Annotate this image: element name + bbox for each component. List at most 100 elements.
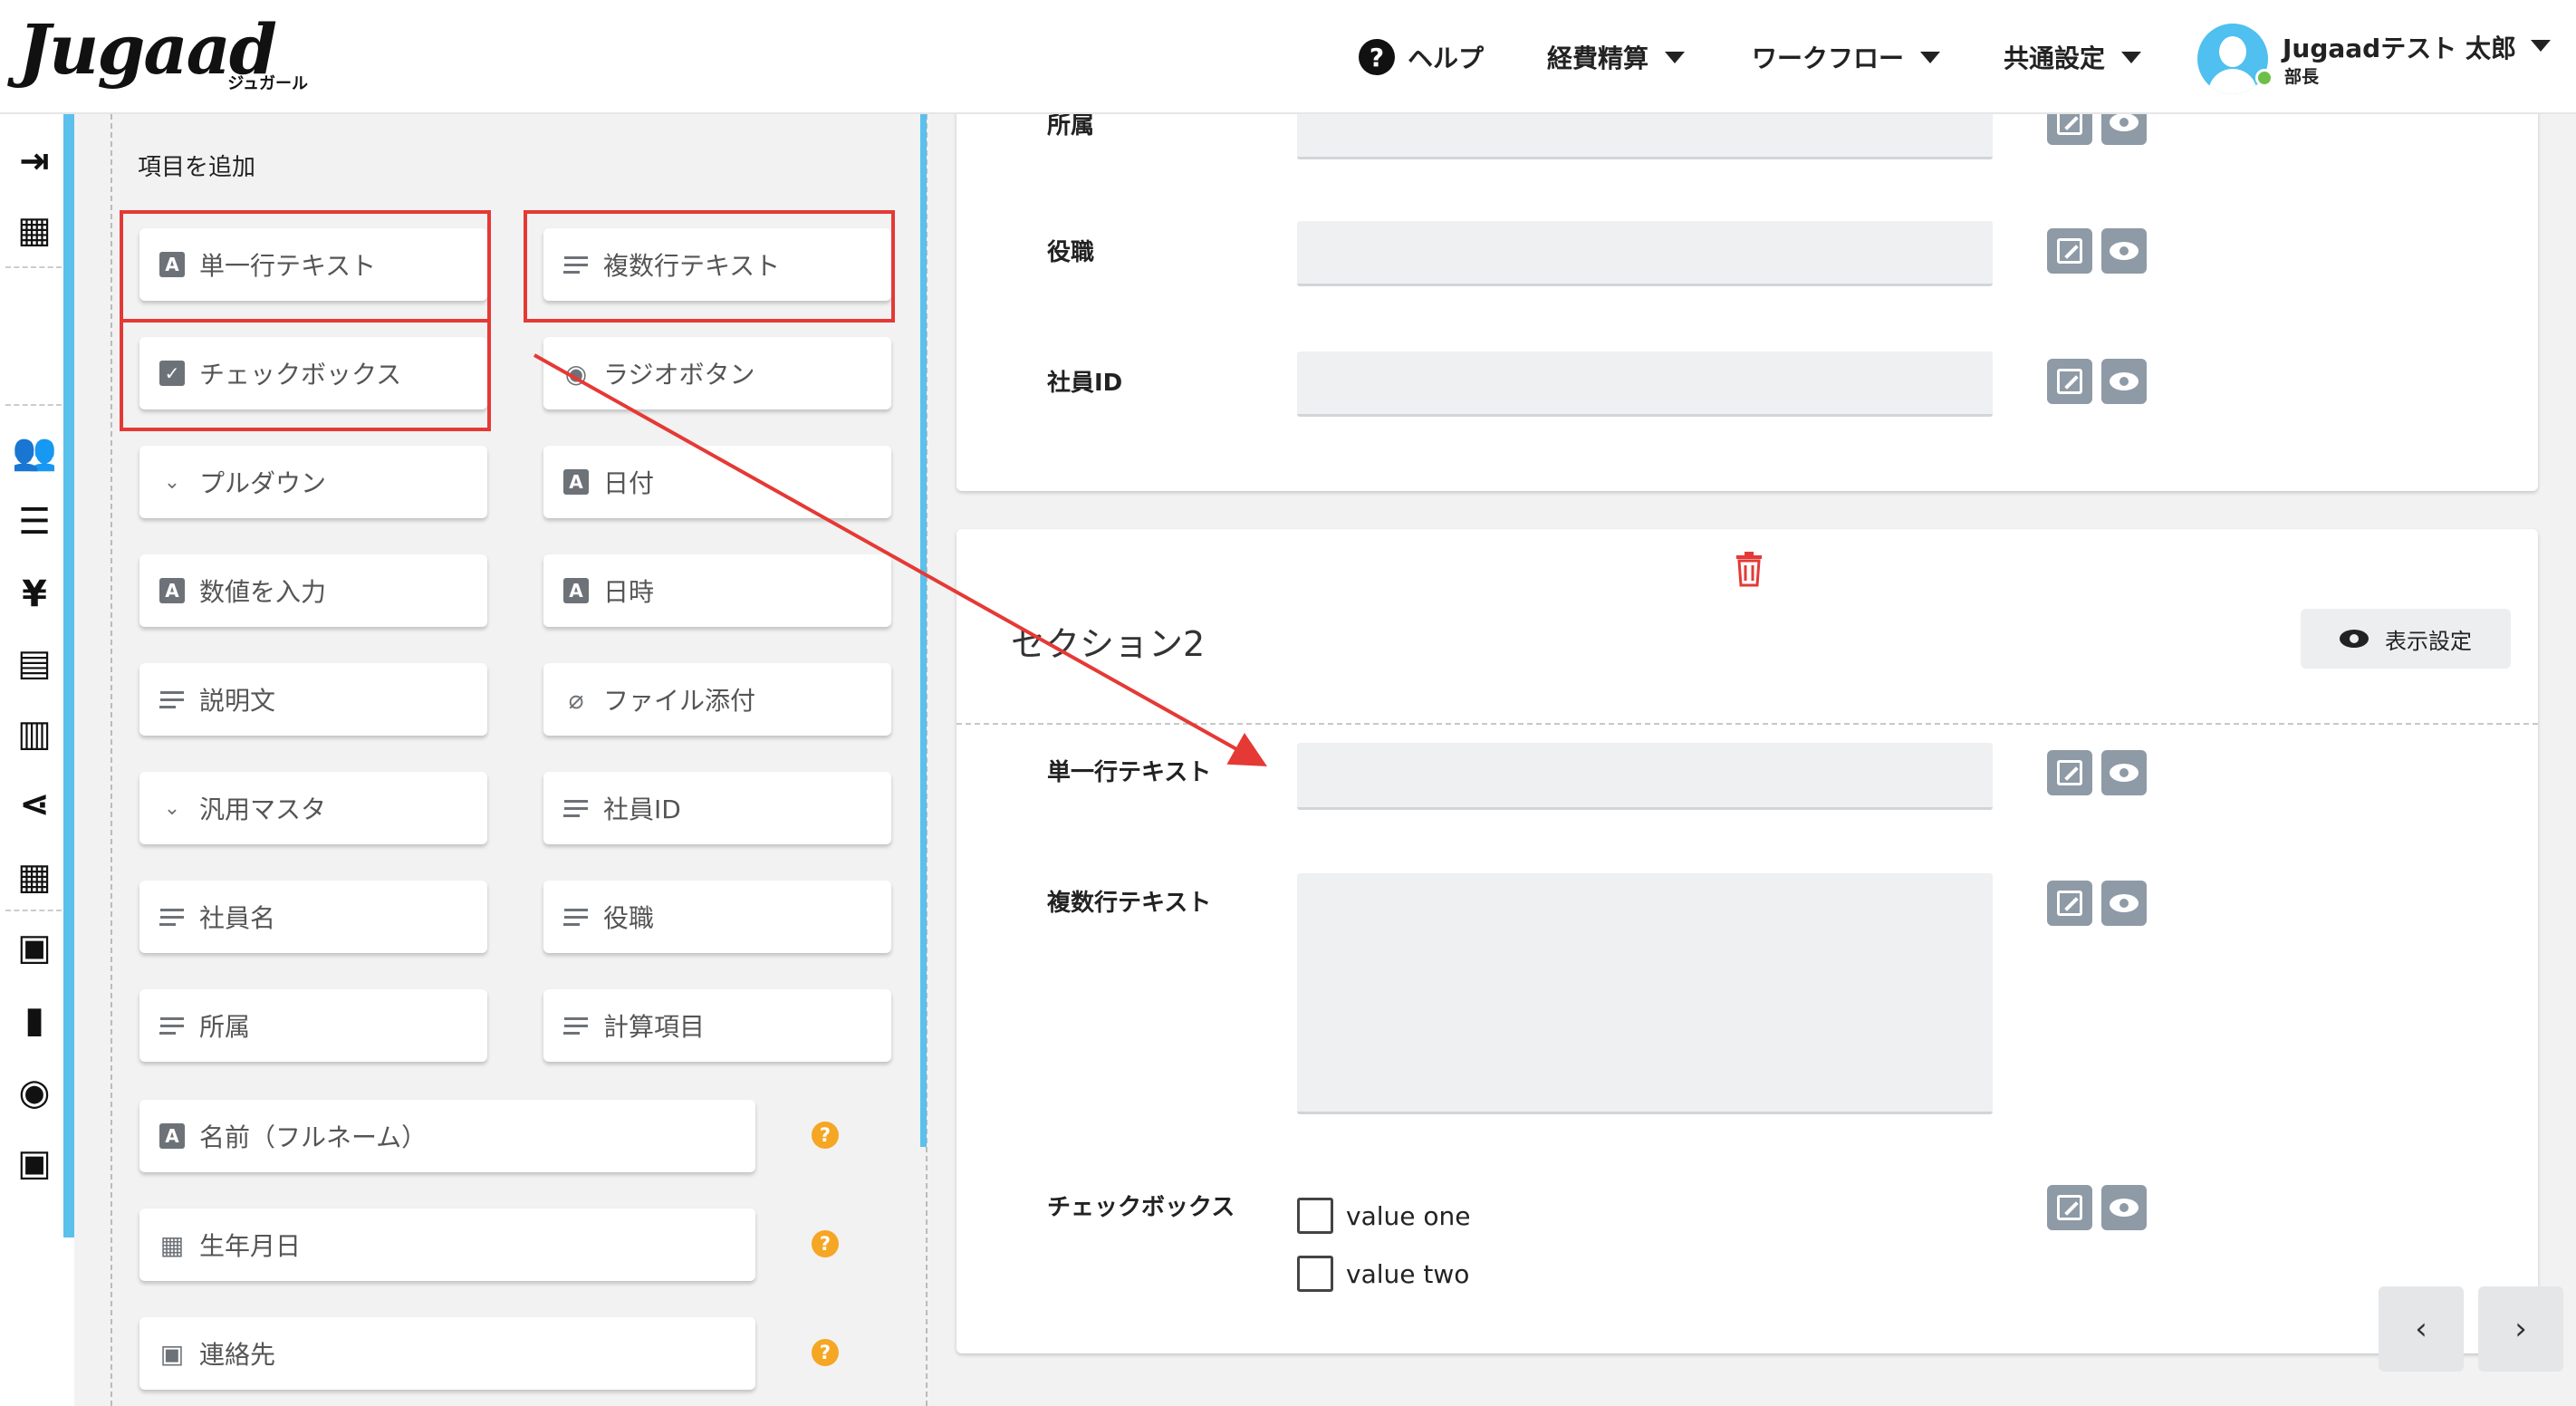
yen-icon[interactable]: ¥ bbox=[11, 571, 58, 618]
palette-item-15[interactable]: 計算項目 bbox=[543, 989, 891, 1062]
section-2-title[interactable]: セクション2 bbox=[1011, 616, 1205, 666]
palette-item-label: 社員ID bbox=[603, 794, 681, 824]
palette-item-label: ファイル添付 bbox=[603, 686, 756, 716]
help-badge-icon[interactable]: ? bbox=[812, 1339, 839, 1366]
online-status-dot bbox=[2255, 69, 2273, 87]
palette-item-14[interactable]: 所属 bbox=[139, 989, 487, 1062]
share-icon[interactable]: ⋖ bbox=[11, 781, 58, 828]
help-badge-icon[interactable]: ? bbox=[812, 1230, 839, 1257]
next-page-button[interactable]: › bbox=[2478, 1286, 2563, 1372]
checkbox-option-2[interactable]: value two bbox=[1297, 1256, 1469, 1292]
list-icon[interactable]: ☰ bbox=[11, 498, 58, 545]
user-name[interactable]: Jugaadテスト 太郎 bbox=[2283, 29, 2516, 65]
palette-item-3[interactable]: ◉ ラジオボタン bbox=[543, 337, 891, 409]
users-icon[interactable]: 👥 bbox=[11, 428, 58, 475]
palette-item-10[interactable]: ⌄ 汎用マスタ bbox=[139, 772, 487, 844]
caret-down-icon bbox=[1920, 51, 1941, 63]
library-icon[interactable]: ▣ bbox=[11, 924, 58, 971]
rail-active-strip bbox=[63, 114, 74, 1237]
rail-divider bbox=[5, 404, 62, 406]
eye-icon bbox=[2110, 1199, 2139, 1217]
nav-common-settings[interactable]: 共通設定 bbox=[2004, 34, 2142, 80]
user-role: 部長 bbox=[2284, 67, 2320, 87]
palette-item-9[interactable]: ⌀ ファイル添付 bbox=[543, 663, 891, 736]
checkbox[interactable] bbox=[1297, 1256, 1333, 1292]
eye-icon bbox=[2340, 630, 2369, 648]
palette-item-6[interactable]: A 数値を入力 bbox=[139, 554, 487, 627]
radio-icon: ◉ bbox=[564, 358, 588, 389]
text-a-icon: A bbox=[563, 578, 589, 603]
chevron-down-icon: ⌄ bbox=[163, 796, 181, 820]
group-icon[interactable]: ◉ bbox=[11, 1069, 58, 1116]
visibility-field-button[interactable] bbox=[2101, 1185, 2147, 1230]
checkbox-option-label: value one bbox=[1346, 1200, 1471, 1231]
multi-line-text-input[interactable] bbox=[1297, 873, 1993, 1114]
text-lines-icon bbox=[563, 1015, 589, 1036]
palette-item-7[interactable]: A 日時 bbox=[543, 554, 891, 627]
palette-item-8[interactable]: 説明文 bbox=[139, 663, 487, 736]
palette-item-label: 計算項目 bbox=[603, 1012, 706, 1042]
edit-icon bbox=[2057, 369, 2082, 394]
building-icon[interactable]: ▦ bbox=[11, 207, 58, 254]
display-settings-button[interactable]: 表示設定 bbox=[2301, 609, 2511, 669]
eye-icon bbox=[2110, 764, 2139, 782]
edit-icon bbox=[2057, 238, 2082, 264]
grid-icon[interactable]: ▦ bbox=[11, 853, 58, 900]
edit-field-button[interactable] bbox=[2047, 750, 2092, 795]
text-a-icon: A bbox=[159, 1123, 185, 1149]
visibility-field-button[interactable] bbox=[2101, 750, 2147, 795]
palette-item-13[interactable]: 役職 bbox=[543, 881, 891, 953]
edit-field-button[interactable] bbox=[2047, 228, 2092, 274]
text-lines-icon bbox=[159, 689, 185, 710]
paperclip-icon: ⌀ bbox=[568, 684, 584, 715]
palette-item-label: 役職 bbox=[603, 903, 655, 933]
help-circle-icon: ? bbox=[1359, 39, 1395, 75]
nav-help[interactable]: ? ヘルプ bbox=[1359, 34, 1484, 80]
section1-field-input[interactable] bbox=[1297, 221, 1993, 286]
user-menu-caret-icon[interactable] bbox=[2531, 40, 2551, 52]
help-badge-icon[interactable]: ? bbox=[812, 1122, 839, 1149]
palette-item-label: プルダウン bbox=[199, 468, 327, 498]
edit-field-button[interactable] bbox=[2047, 881, 2092, 926]
edit-field-button[interactable] bbox=[2047, 1185, 2092, 1230]
caret-down-icon bbox=[2121, 51, 2142, 63]
palette-scroll-edge[interactable] bbox=[920, 114, 927, 1147]
rail-divider bbox=[5, 910, 62, 911]
palette-item-18[interactable]: ▣ 連絡先 bbox=[139, 1317, 755, 1390]
receipt-icon[interactable]: ▤ bbox=[11, 640, 58, 687]
visibility-field-button[interactable] bbox=[2101, 359, 2147, 404]
palette-item-5[interactable]: A 日付 bbox=[543, 446, 891, 518]
logo-subtitle: ジュガール bbox=[227, 74, 308, 93]
nav-workflow[interactable]: ワークフロー bbox=[1752, 34, 1941, 80]
nav-common-settings-label: 共通設定 bbox=[2004, 43, 2106, 73]
checkbox[interactable] bbox=[1297, 1198, 1333, 1234]
edit-field-button[interactable] bbox=[2047, 359, 2092, 404]
palette-item-label: 数値を入力 bbox=[199, 577, 327, 607]
palette-item-16[interactable]: A 名前（フルネーム） bbox=[139, 1100, 755, 1172]
trash-icon[interactable] bbox=[1734, 551, 1764, 587]
single-line-text-input[interactable] bbox=[1297, 743, 1993, 810]
calendar-icon: ▦ bbox=[159, 1229, 185, 1260]
eye-icon bbox=[2110, 372, 2139, 390]
file-icon[interactable]: ▮ bbox=[11, 997, 58, 1044]
section1-field-input[interactable] bbox=[1297, 352, 1993, 417]
palette-item-12[interactable]: 社員名 bbox=[139, 881, 487, 953]
section-2-divider bbox=[956, 723, 2538, 725]
nav-workflow-label: ワークフロー bbox=[1752, 43, 1905, 73]
text-lines-icon bbox=[159, 906, 185, 928]
palette-item-11[interactable]: 社員ID bbox=[543, 772, 891, 844]
collapse-menu-icon[interactable]: ⇥ bbox=[11, 138, 58, 185]
caret-down-icon bbox=[1665, 51, 1686, 63]
palette-item-17[interactable]: ▦ 生年月日 bbox=[139, 1209, 755, 1281]
wallet-icon[interactable]: ▣ bbox=[11, 1140, 58, 1187]
visibility-field-button[interactable] bbox=[2101, 881, 2147, 926]
visibility-field-button[interactable] bbox=[2101, 228, 2147, 274]
nav-expense[interactable]: 経費精算 bbox=[1547, 34, 1686, 80]
palette-item-4[interactable]: ⌄ プルダウン bbox=[139, 446, 487, 518]
top-header: Jugaad ジュガール ? ヘルプ 経費精算 ワークフロー 共通設定 Juga… bbox=[0, 0, 2576, 114]
chevron-down-icon: ⌄ bbox=[163, 470, 181, 494]
prev-page-button[interactable]: ‹ bbox=[2379, 1286, 2464, 1372]
jugaad-logo[interactable]: Jugaad ジュガール bbox=[18, 9, 308, 100]
checkbox-option-1[interactable]: value one bbox=[1297, 1198, 1470, 1234]
document-list-icon[interactable]: ▥ bbox=[11, 710, 58, 757]
